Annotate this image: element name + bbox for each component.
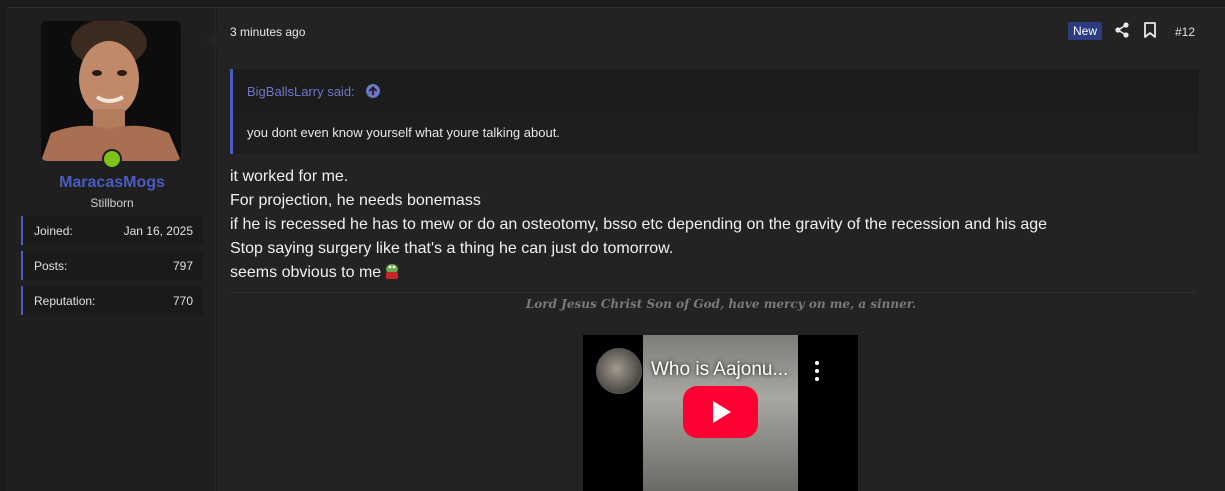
- bookmark-icon[interactable]: [1143, 22, 1157, 38]
- play-button-icon[interactable]: [683, 386, 758, 438]
- message-content: 3 minutes ago New #12 BigBallsLarry said…: [217, 8, 1225, 491]
- message-line: seems obvious to me: [230, 264, 382, 281]
- quote-block: BigBallsLarry said: you dont even know y…: [230, 69, 1199, 154]
- message-line: Stop saying surgery like that's a thing …: [230, 240, 674, 257]
- message-line-with-emoji: seems obvious to me: [230, 261, 1047, 285]
- stat-label: Reputation:: [34, 294, 96, 308]
- pepe-emoji-icon: [386, 264, 399, 279]
- arrow-up-circle-icon[interactable]: [366, 84, 380, 98]
- stat-reputation: Reputation: 770: [21, 286, 203, 315]
- more-options-icon[interactable]: [815, 361, 819, 381]
- quote-author-link[interactable]: BigBallsLarry said:: [247, 84, 355, 99]
- stat-value: 797: [172, 259, 193, 273]
- message-body: it worked for me. For projection, he nee…: [230, 165, 1047, 285]
- online-status-icon: [102, 149, 122, 169]
- share-icon[interactable]: [1114, 22, 1130, 38]
- message-arrow: [207, 30, 217, 50]
- message-line: it worked for me.: [230, 168, 349, 185]
- stat-value: 770: [172, 294, 193, 308]
- signature-divider: [230, 292, 1196, 293]
- stat-value: Jan 16, 2025: [123, 224, 193, 238]
- stat-posts: Posts: 797: [21, 251, 203, 280]
- stat-label: Posts:: [34, 259, 68, 273]
- youtube-embed[interactable]: Who is Aajonu...: [583, 335, 858, 491]
- user-info-panel: MaracasMogs Stillborn Joined: Jan 16, 20…: [7, 8, 216, 491]
- quote-header: BigBallsLarry said:: [233, 69, 1199, 112]
- message-line: if he is recessed he has to mew or do an…: [230, 216, 1048, 233]
- user-title: Stillborn: [90, 196, 134, 210]
- message-line: For projection, he needs bonemass: [230, 192, 481, 209]
- stat-joined: Joined: Jan 16, 2025: [21, 216, 203, 245]
- avatar[interactable]: [41, 21, 181, 161]
- post-number-link[interactable]: #12: [1175, 25, 1195, 39]
- stat-label: Joined:: [34, 224, 73, 238]
- username-link[interactable]: MaracasMogs: [7, 174, 217, 192]
- video-title[interactable]: Who is Aajonu...: [651, 359, 788, 381]
- channel-avatar[interactable]: [596, 348, 642, 394]
- post-time-link[interactable]: 3 minutes ago: [230, 25, 305, 39]
- quote-text: you dont even know yourself what youre t…: [247, 125, 560, 140]
- new-badge: New: [1068, 22, 1103, 40]
- forum-post: MaracasMogs Stillborn Joined: Jan 16, 20…: [7, 7, 1225, 491]
- signature-text: Lord Jesus Christ Son of God, have mercy…: [525, 297, 917, 311]
